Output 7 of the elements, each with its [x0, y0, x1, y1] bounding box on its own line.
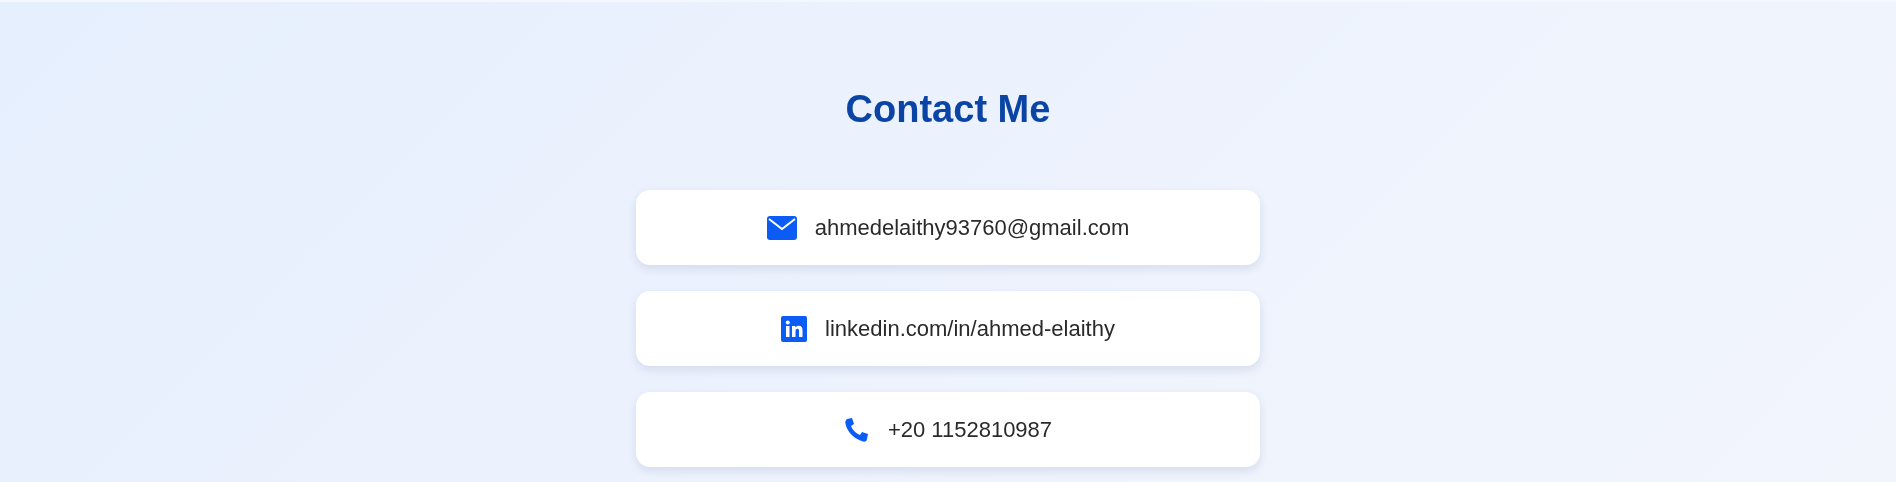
contact-link[interactable]: +20 1152810987: [636, 392, 1260, 467]
section-title: Contact Me: [845, 87, 1051, 132]
contact-link[interactable]: linkedin.com/in/ahmed-elaithy: [636, 291, 1260, 366]
contact-link[interactable]: ahmedelaithy93760@gmail.com: [636, 190, 1260, 265]
linkedin-icon: [781, 315, 808, 342]
envelope-icon: [766, 215, 797, 240]
phone-icon: [843, 416, 870, 443]
